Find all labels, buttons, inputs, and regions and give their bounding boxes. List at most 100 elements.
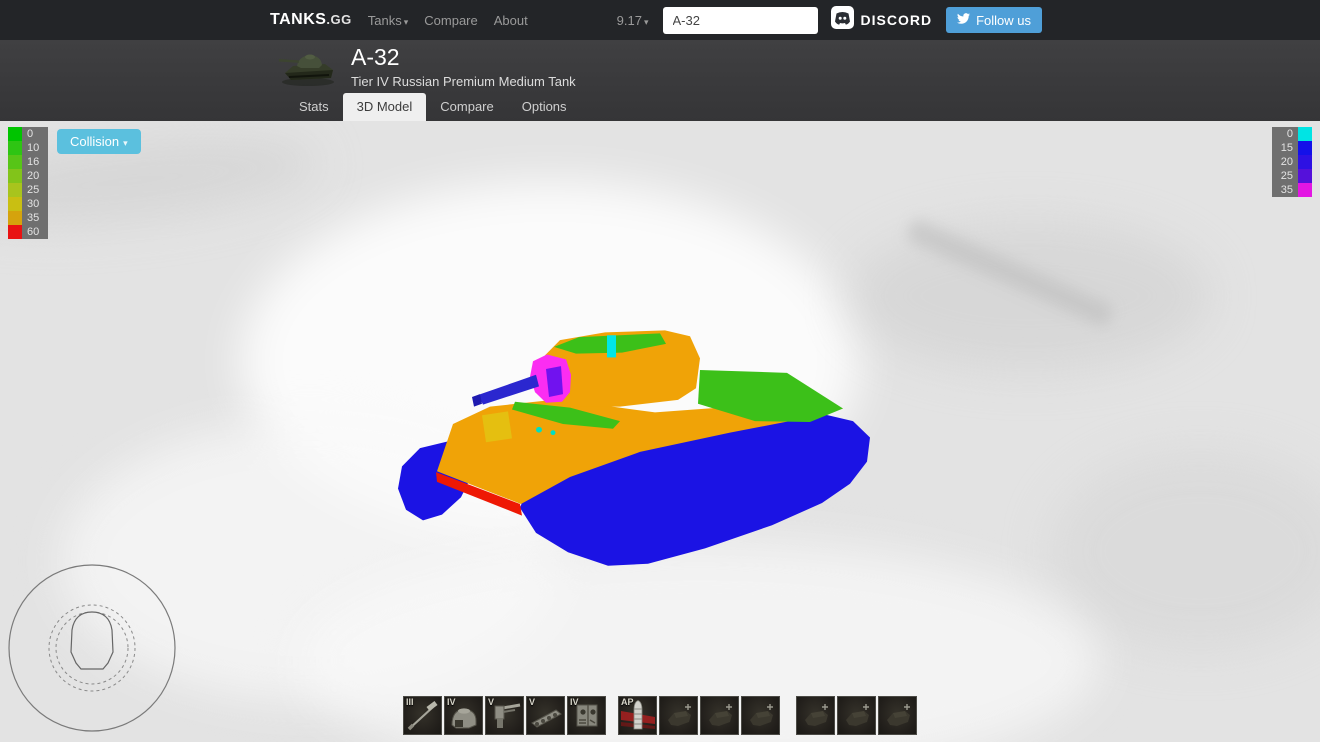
traverse-indicator[interactable]: [0, 556, 184, 742]
tier-label: III: [406, 697, 414, 707]
nav-tanks[interactable]: Tanks ▾: [368, 13, 409, 28]
empty-shell-slot[interactable]: [741, 696, 780, 735]
traverse-outer-ring: [8, 564, 176, 732]
armor-value-label: 10: [22, 141, 48, 155]
backdrop-shape: [850, 221, 1210, 371]
viewport-dot: [550, 430, 556, 436]
empty-equipment-slot[interactable]: [878, 696, 917, 735]
armor-value-label: 25: [1272, 169, 1298, 183]
tanks-gg-page: TANKS.GG Tanks ▾ Compare About 9.17 ▾ A-…: [0, 0, 1320, 742]
empty-equipment-slot[interactable]: [837, 696, 876, 735]
viewport-dot: [536, 426, 542, 433]
tab-3d-model[interactable]: 3D Model: [342, 93, 427, 121]
turret-armor-scale: 0 15 20 25 35: [1272, 127, 1312, 197]
armor-value-label: 25: [22, 183, 48, 197]
follow-us-button[interactable]: Follow us: [946, 7, 1042, 33]
version-selector[interactable]: 9.17 ▾: [617, 13, 649, 28]
site-logo[interactable]: TANKS.GG: [270, 11, 352, 29]
armor-value-label: 16: [22, 155, 48, 169]
armor-value-label: 20: [1272, 155, 1298, 169]
nav-about[interactable]: About: [494, 13, 528, 28]
armor-color-swatch: [8, 127, 22, 141]
armor-color-swatch: [1298, 183, 1312, 197]
armor-color-swatch: [8, 225, 22, 239]
armor-value-label: 30: [22, 197, 48, 211]
armor-value-label: 0: [22, 127, 48, 141]
tab-compare[interactable]: Compare: [426, 93, 507, 121]
armor-color-swatch: [8, 197, 22, 211]
armor-value-label: 35: [1272, 183, 1298, 197]
armor-color-swatch: [8, 183, 22, 197]
caret-down-icon: ▾: [403, 16, 409, 27]
tier-label: V: [488, 697, 495, 707]
backdrop-shape: [904, 217, 1116, 329]
empty-slot-tank-icon: [709, 704, 732, 726]
armor-value-label: 15: [1272, 141, 1298, 155]
hull-outline: [70, 611, 114, 670]
empty-equipment-slot[interactable]: [796, 696, 835, 735]
empty-shell-slot[interactable]: [659, 696, 698, 735]
tank-3d-collision-model[interactable]: [390, 315, 890, 590]
module-group: III IV V V IV: [403, 696, 606, 735]
caret-down-icon: ▾: [123, 138, 128, 148]
module-turret[interactable]: IV: [444, 696, 483, 735]
tank-header: A-32 Tier IV Russian Premium Medium Tank…: [0, 40, 1320, 121]
empty-slot-tank-icon: [846, 704, 869, 726]
tank-image: [277, 46, 339, 88]
discord-icon: [830, 6, 854, 34]
page-title: A-32: [351, 44, 400, 70]
tier-label: V: [529, 697, 536, 707]
tab-options[interactable]: Options: [508, 93, 581, 121]
traverse-dashed-ring: [55, 611, 129, 685]
logo-main: TANKS: [270, 11, 327, 28]
empty-slot-tank-icon: [668, 704, 691, 726]
mantlet-core: [546, 366, 563, 397]
twitter-icon: [957, 12, 971, 28]
backdrop-shape: [0, 121, 324, 241]
shell-type-label: AP: [621, 697, 634, 707]
armor-color-swatch: [8, 211, 22, 225]
hull-armor-scale: 0 10 16 20 25 30 35 60: [8, 127, 48, 239]
armor-color-swatch: [1298, 169, 1312, 183]
discord-wordmark: DISCORD: [860, 12, 933, 28]
armor-value-label: 0: [1272, 127, 1298, 141]
tank-subtitle: Tier IV Russian Premium Medium Tank: [351, 74, 576, 89]
backdrop-shape: [1050, 451, 1320, 651]
discord-link[interactable]: DISCORD: [830, 6, 933, 34]
module-gun[interactable]: III: [403, 696, 442, 735]
empty-slot-tank-icon: [750, 704, 773, 726]
armor-color-swatch: [8, 141, 22, 155]
module-engine[interactable]: IV: [567, 696, 606, 735]
module-gun[interactable]: V: [485, 696, 524, 735]
armor-value-label: 35: [22, 211, 48, 225]
armor-color-swatch: [1298, 155, 1312, 169]
nav-compare[interactable]: Compare: [424, 13, 477, 28]
armor-color-swatch: [1298, 127, 1312, 141]
search-input[interactable]: [662, 6, 818, 34]
armor-color-swatch: [8, 169, 22, 183]
gun-barrel: [478, 374, 539, 405]
empty-shell-slot[interactable]: [700, 696, 739, 735]
caret-down-icon: ▾: [643, 16, 649, 27]
driver-hatch: [482, 411, 512, 443]
armor-value-label: 60: [22, 225, 48, 239]
tab-stats[interactable]: Stats: [285, 93, 343, 121]
traverse-dashed-ring: [48, 604, 136, 692]
logo-suffix: .GG: [326, 12, 352, 27]
armor-color-swatch: [8, 155, 22, 169]
equipment-group: [796, 696, 917, 735]
armor-color-swatch: [1298, 141, 1312, 155]
tier-label: IV: [570, 697, 579, 707]
top-navbar: TANKS.GG Tanks ▾ Compare About 9.17 ▾ A-…: [0, 0, 1320, 40]
model-viewer-canvas[interactable]: 0 10 16 20 25 30 35 60 Collision ▾ 0 15 2…: [0, 121, 1320, 742]
collision-dropdown-button[interactable]: Collision ▾: [57, 129, 141, 154]
empty-slot-tank-icon: [887, 704, 910, 726]
empty-slot-tank-icon: [805, 704, 828, 726]
armor-value-label: 20: [22, 169, 48, 183]
shell-group: AP: [618, 696, 780, 735]
shell-ap[interactable]: AP: [618, 696, 657, 735]
tab-bar: Stats 3D Model Compare Options: [285, 93, 581, 121]
antenna: [607, 335, 616, 358]
module-suspension[interactable]: V: [526, 696, 565, 735]
tier-label: IV: [447, 697, 456, 707]
